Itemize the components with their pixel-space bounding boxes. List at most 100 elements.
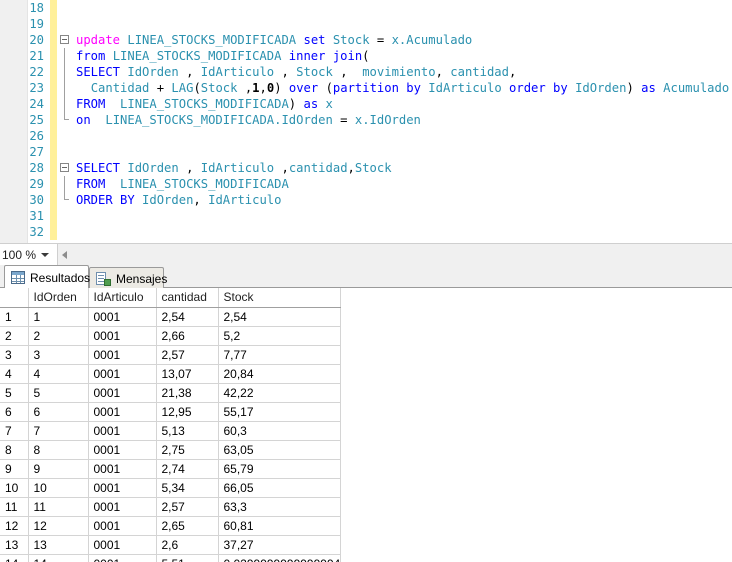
row-header-cell[interactable]: 12	[0, 516, 29, 536]
cell-cantidad[interactable]: 2,66	[156, 326, 219, 346]
cell-idorden[interactable]: 10	[28, 478, 89, 498]
row-header-cell[interactable]: 4	[0, 364, 29, 384]
code-line[interactable]: 20 update LINEA_STOCKS_MODIFICADA set Sto…	[0, 32, 732, 48]
code-line[interactable]: 32	[0, 224, 732, 240]
cell-stock[interactable]: 66,05	[218, 478, 342, 498]
cell-cantidad[interactable]: 12,95	[156, 402, 219, 422]
column-header-stock[interactable]: Stock	[218, 288, 342, 308]
cell-idarticulo[interactable]: 0001	[88, 535, 157, 555]
table-row[interactable]: 10 10 0001 5,34 66,05	[0, 478, 342, 498]
fold-margin-cell[interactable]	[59, 160, 73, 176]
fold-margin-cell[interactable]	[59, 192, 73, 208]
results-table[interactable]: IdOrden IdArticulo cantidad Stock 1 1 0001…	[0, 288, 342, 562]
cell-stock[interactable]: 63,3	[218, 497, 342, 517]
cell-idarticulo[interactable]: 0001	[88, 364, 157, 384]
code-line[interactable]: 28 SELECT IdOrden , IdArticulo ,cantidad,…	[0, 160, 732, 176]
fold-margin-cell[interactable]	[59, 0, 73, 16]
code-line[interactable]: 18	[0, 0, 732, 16]
row-header-cell[interactable]: 13	[0, 535, 29, 555]
row-header-cell[interactable]: 8	[0, 440, 29, 460]
cell-idorden[interactable]: 14	[28, 554, 89, 562]
cell-cantidad[interactable]: 13,07	[156, 364, 219, 384]
table-row[interactable]: 4 4 0001 13,07 20,84	[0, 364, 342, 384]
cell-stock[interactable]: 42,22	[218, 383, 342, 403]
code-line[interactable]: 19	[0, 16, 732, 32]
cell-idarticulo[interactable]: 0001	[88, 554, 157, 562]
fold-margin-cell[interactable]	[59, 16, 73, 32]
cell-idorden[interactable]: 9	[28, 459, 89, 479]
cell-idarticulo[interactable]: 0001	[88, 421, 157, 441]
fold-margin-cell[interactable]	[59, 32, 73, 48]
chevron-down-icon[interactable]	[41, 253, 49, 257]
editor-code-area[interactable]: 18 19 20 update LINEA_STOCKS_MODIFICADA set…	[0, 0, 732, 243]
fold-margin-cell[interactable]	[59, 64, 73, 80]
cell-stock[interactable]: 20,84	[218, 364, 342, 384]
cell-cantidad[interactable]: 2,57	[156, 345, 219, 365]
fold-margin-cell[interactable]	[59, 176, 73, 192]
cell-idarticulo[interactable]: 0001	[88, 402, 157, 422]
cell-idorden[interactable]: 1	[28, 307, 89, 327]
cell-idarticulo[interactable]: 0001	[88, 383, 157, 403]
table-row[interactable]: 3 3 0001 2,57 7,77	[0, 345, 342, 365]
cell-idarticulo[interactable]: 0001	[88, 497, 157, 517]
cell-idorden[interactable]: 4	[28, 364, 89, 384]
cell-idarticulo[interactable]: 0001	[88, 307, 157, 327]
row-header-cell[interactable]: 9	[0, 459, 29, 479]
cell-cantidad[interactable]: 5,34	[156, 478, 219, 498]
table-row[interactable]: 6 6 0001 12,95 55,17	[0, 402, 342, 422]
cell-stock[interactable]: 60,81	[218, 516, 342, 536]
cell-idarticulo[interactable]: 0001	[88, 459, 157, 479]
column-header-idarticulo[interactable]: IdArticulo	[88, 288, 157, 308]
cell-cantidad[interactable]: 2,6	[156, 535, 219, 555]
cell-idarticulo[interactable]: 0001	[88, 345, 157, 365]
cell-cantidad[interactable]: 2,65	[156, 516, 219, 536]
table-row[interactable]: 9 9 0001 2,74 65,79	[0, 459, 342, 479]
cell-cantidad[interactable]: 5,13	[156, 421, 219, 441]
code-line[interactable]: 26	[0, 128, 732, 144]
cell-stock[interactable]: 2,54	[218, 307, 342, 327]
row-header-cell[interactable]: 2	[0, 326, 29, 346]
cell-stock[interactable]: 7,77	[218, 345, 342, 365]
cell-idorden[interactable]: 2	[28, 326, 89, 346]
cell-stock[interactable]: 65,79	[218, 459, 342, 479]
table-row[interactable]: 13 13 0001 2,6 37,27	[0, 535, 342, 555]
cell-stock[interactable]: 60,3	[218, 421, 342, 441]
cell-cantidad[interactable]: 2,75	[156, 440, 219, 460]
table-row[interactable]: 12 12 0001 2,65 60,81	[0, 516, 342, 536]
cell-cantidad[interactable]: 21,38	[156, 383, 219, 403]
cell-idorden[interactable]: 11	[28, 497, 89, 517]
cell-cantidad[interactable]: 2,57	[156, 497, 219, 517]
cell-idorden[interactable]: 8	[28, 440, 89, 460]
row-header-cell[interactable]: 6	[0, 402, 29, 422]
row-header-cell[interactable]: 11	[0, 497, 29, 517]
code-line[interactable]: 31	[0, 208, 732, 224]
fold-margin-cell[interactable]	[59, 112, 73, 128]
cell-stock[interactable]: 37,27	[218, 535, 342, 555]
cell-cantidad[interactable]: 2,54	[156, 307, 219, 327]
cell-stock[interactable]: 63,05	[218, 440, 342, 460]
fold-margin-cell[interactable]	[59, 48, 73, 64]
code-line[interactable]: 21 from LINEA_STOCKS_MODIFICADA inner joi…	[0, 48, 732, 64]
collapse-minus-icon[interactable]	[60, 35, 69, 44]
row-header-cell[interactable]: 5	[0, 383, 29, 403]
row-header-cell[interactable]: 7	[0, 421, 29, 441]
cell-idorden[interactable]: 6	[28, 402, 89, 422]
cell-idorden[interactable]: 12	[28, 516, 89, 536]
row-header-cell[interactable]: 10	[0, 478, 29, 498]
sql-editor-pane[interactable]: 18 19 20 update LINEA_STOCKS_MODIFICADA set…	[0, 0, 732, 243]
table-row[interactable]: 5 5 0001 21,38 42,22	[0, 383, 342, 403]
column-header-idorden[interactable]: IdOrden	[28, 288, 89, 308]
row-header-cell[interactable]: 3	[0, 345, 29, 365]
table-row[interactable]: 1 1 0001 2,54 2,54	[0, 307, 342, 327]
column-header-cantidad[interactable]: cantidad	[156, 288, 219, 308]
row-header-cell[interactable]: 1	[0, 307, 29, 327]
fold-margin-cell[interactable]	[59, 80, 73, 96]
cell-idorden[interactable]: 3	[28, 345, 89, 365]
column-header-select-all[interactable]	[0, 288, 29, 308]
row-header-cell[interactable]: 14	[0, 554, 29, 562]
results-grid-panel[interactable]: IdOrden IdArticulo cantidad Stock 1 1 0001…	[0, 288, 732, 562]
cell-idorden[interactable]: 5	[28, 383, 89, 403]
code-line[interactable]: 22 SELECT IdOrden , IdArticulo , Stock , …	[0, 64, 732, 80]
table-row[interactable]: 8 8 0001 2,75 63,05	[0, 440, 342, 460]
cell-idarticulo[interactable]: 0001	[88, 516, 157, 536]
